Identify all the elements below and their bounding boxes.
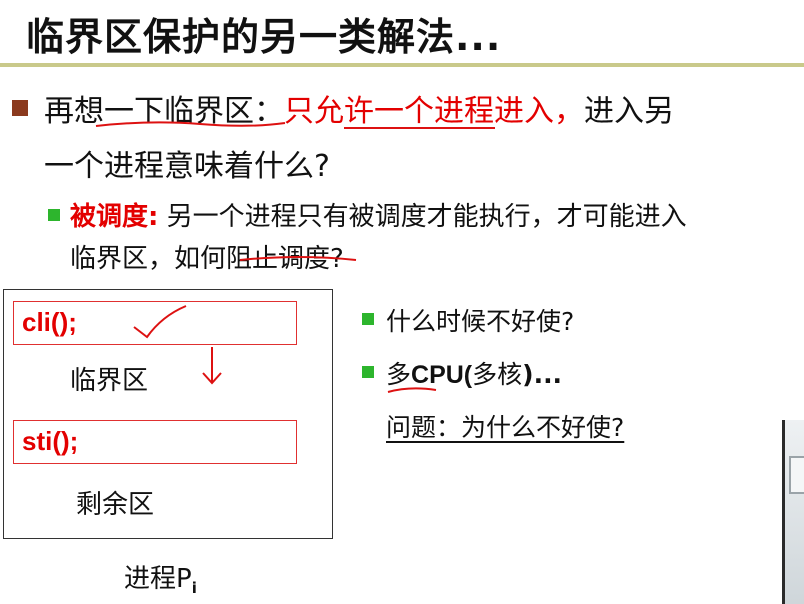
- right-question-2: 多CPU(多核)...: [386, 355, 562, 391]
- right-question-3: 问题：为什么不好使?: [386, 408, 624, 444]
- green-bullet-icon: [48, 209, 60, 221]
- slide-title: 临界区保护的另一类解法...: [26, 15, 502, 59]
- process-label: 进程Pi: [124, 558, 197, 597]
- green-bullet-icon: [362, 366, 374, 378]
- q3-text: 问题：为什么不好使?: [386, 413, 625, 442]
- process-subscript: i: [191, 579, 197, 598]
- q2-cpu: CPU(: [411, 361, 473, 389]
- video-thumbnail[interactable]: [782, 420, 804, 604]
- process-label-text: 进程P: [124, 564, 192, 594]
- bullet2-line1: 被调度: 另一个进程只有被调度才能执行，才可能进入: [70, 196, 687, 233]
- bullet2-text2: 临界区，如何阻止调度?: [70, 244, 344, 274]
- q1-text: 什么时候不好使?: [386, 307, 575, 336]
- cli-code: cli();: [22, 307, 77, 337]
- q2-mid: 多核: [472, 360, 523, 389]
- q2-end: )...: [522, 360, 563, 389]
- bullet1-line1: 再想一下临界区：只允许一个进程进入，进入另: [44, 86, 674, 130]
- bullet1-text-b: 进入另: [584, 94, 674, 129]
- critical-section-label: 临界区: [70, 366, 149, 396]
- bullet1-text-a: 再想一下临界区：: [44, 94, 284, 129]
- bullet1-text-c: 一个进程意味着什么?: [44, 149, 330, 184]
- title-divider: [0, 63, 804, 67]
- bullet1-line2: 一个进程意味着什么?: [44, 141, 330, 185]
- bullet2-text1: 另一个进程只有被调度才能执行，才可能进入: [158, 202, 687, 232]
- square-bullet-icon: [12, 100, 28, 116]
- remainder-section-label: 剩余区: [76, 490, 155, 520]
- q2-pre: 多: [386, 360, 412, 389]
- bullet2-label: 被调度:: [70, 202, 159, 232]
- bullet1-text-red: 只允许一个进程进入，: [284, 94, 584, 129]
- sti-code: sti();: [22, 426, 79, 456]
- video-frame: [789, 456, 804, 494]
- green-bullet-icon: [362, 313, 374, 325]
- bullet2-line2: 临界区，如何阻止调度?: [70, 238, 344, 275]
- right-question-1: 什么时候不好使?: [386, 302, 574, 338]
